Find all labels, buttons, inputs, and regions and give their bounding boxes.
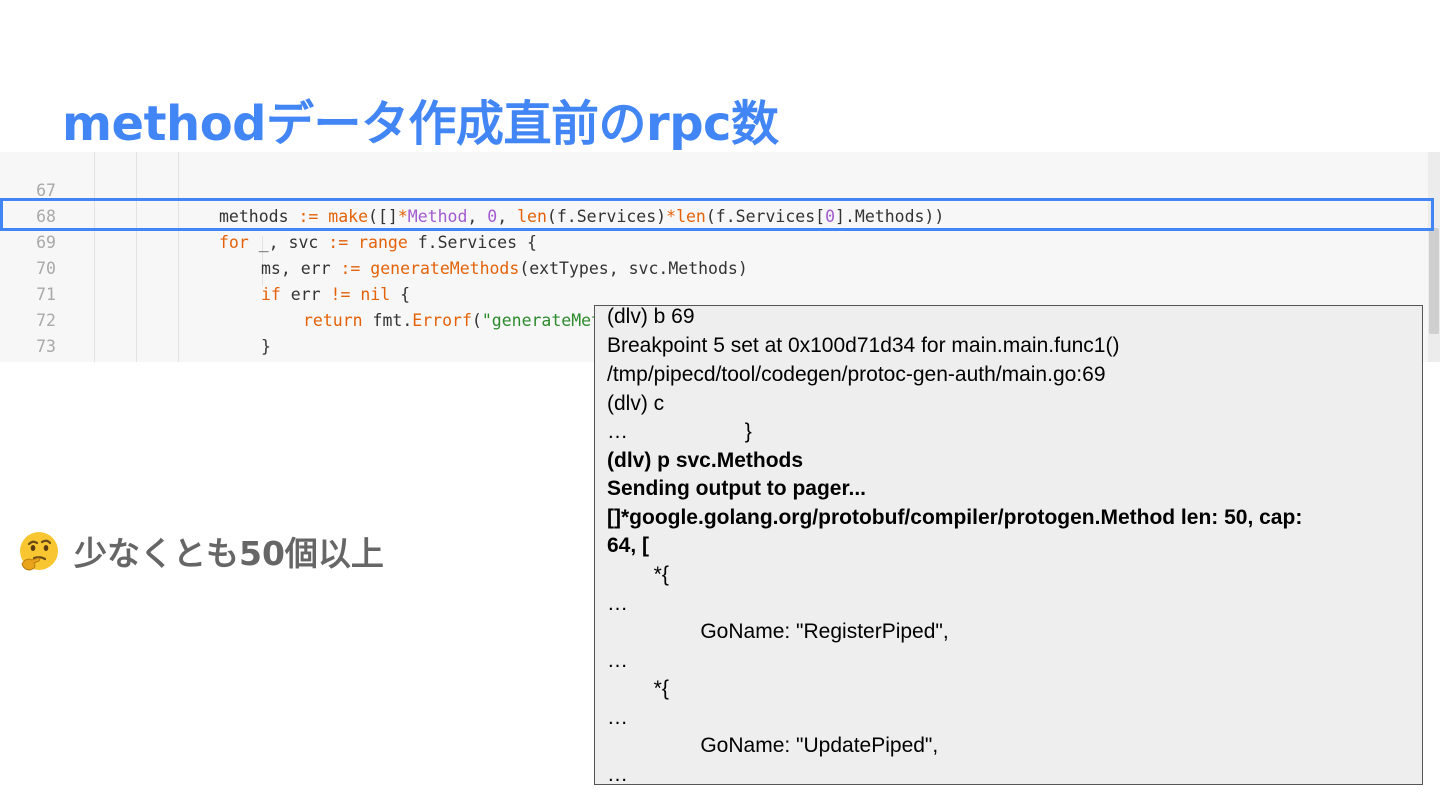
terminal-line: *{ [607,677,669,700]
terminal-line: Breakpoint 5 set at 0x100d71d34 for main… [607,334,1120,357]
code-line: 67 methods := make([]*Method, 0, len(f.S… [0,152,1428,226]
terminal-line: GoName: "RegisterPiped", [607,620,949,643]
thinking-face-icon [20,532,58,571]
note-text: 少なくとも50個以上 [74,534,384,573]
terminal-line: … [607,649,628,672]
terminal-line: /tmp/pipecd/tool/codegen/protoc-gen-auth… [607,363,1106,386]
terminal-line: … [607,763,628,785]
terminal-line: … [607,592,628,615]
note: 少なくとも50個以上 [18,527,384,575]
terminal-line: Sending output to pager... [607,477,866,500]
terminal-line: []*google.golang.org/protobuf/compiler/p… [607,506,1303,529]
scrollbar-thumb[interactable] [1429,228,1439,334]
highlight-line-69 [0,198,1434,231]
terminal-line: (dlv) p svc.Methods [607,449,804,472]
terminal-line: GoName: "UpdatePiped", [607,734,939,757]
code-line: 70 if err != nil { [0,230,1428,304]
scrollbar[interactable] [1428,152,1440,362]
slide-title: methodデータ作成直前のrpc数 [62,96,779,152]
code-line: 71 return fmt.Errorf("generateMethods er… [0,256,1428,330]
terminal-line: (dlv) c [607,392,665,415]
terminal-line: *{ [607,563,669,586]
debugger-terminal: (dlv) b 69 Breakpoint 5 set at 0x100d71d… [594,305,1423,785]
code-text: methods = append(methods, ms...) [261,360,579,362]
terminal-line: 64, [ [607,534,650,557]
terminal-line: … [607,706,628,729]
terminal-line: (dlv) b 69 [607,305,695,328]
terminal-line: … } [607,420,752,443]
line-number: 74 [0,360,56,362]
